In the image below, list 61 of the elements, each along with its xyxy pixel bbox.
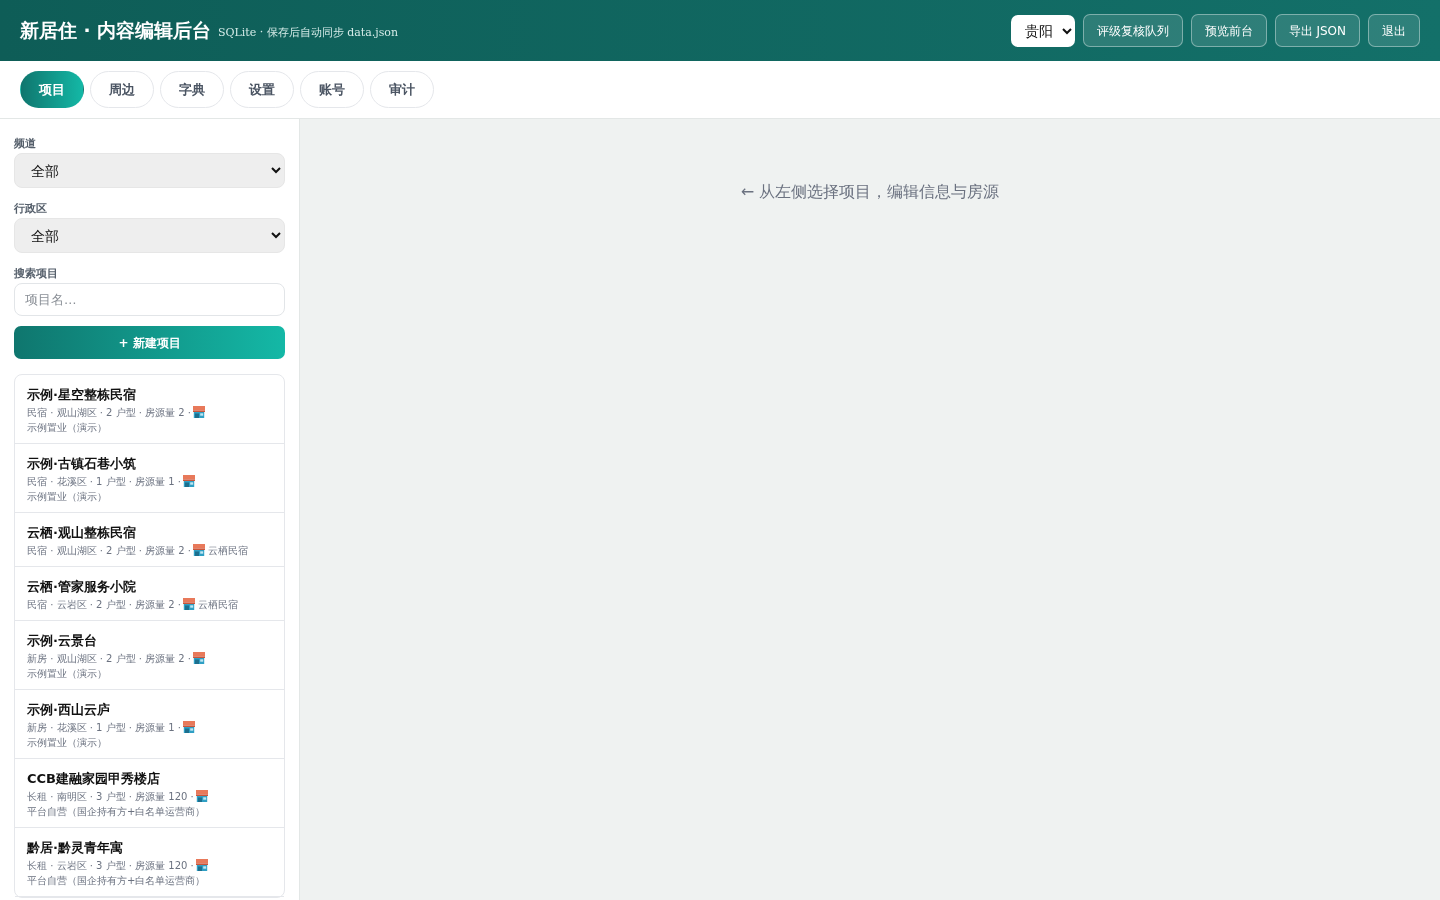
header-button[interactable]: 退出: [1368, 14, 1420, 47]
project-name: 示例·星空整栋民宿: [27, 386, 137, 404]
project-name: 黔居·黔灵青年寓: [27, 839, 124, 857]
project-owner: 示例置业（演示）: [27, 668, 107, 679]
project-owner: 平台自营（国企持有方+白名单运营商）: [27, 875, 206, 886]
store-icon: [183, 475, 196, 487]
filter-label: 频道: [14, 136, 37, 151]
project-item[interactable]: 云栖·观山整栋民宿 民宿 · 观山湖区 · 2 户型 · 房源量 2 · 云栖民宿: [15, 513, 284, 567]
store-icon: [195, 859, 208, 871]
header-button[interactable]: 导出 JSON: [1274, 14, 1360, 47]
project-meta: 民宿 · 观山湖区 · 2 户型 · 房源量 2 ·: [27, 407, 192, 418]
header-button[interactable]: 评级复核队列: [1082, 14, 1183, 47]
app-title: 新居住 · 内容编辑后台: [20, 18, 211, 43]
nav-tab[interactable]: 项目: [20, 71, 84, 108]
project-name: 示例·西山云庐: [27, 701, 111, 719]
project-item[interactable]: CCB建融家园甲秀楼店 长租 · 南明区 · 3 户型 · 房源量 120 · 平台自营（国企持有方+白名单运营商）: [15, 759, 284, 828]
project-meta: 民宿 · 花溪区 · 1 户型 · 房源量 1 ·: [27, 476, 182, 487]
filter-select[interactable]: 全部: [14, 153, 285, 188]
project-name: CCB建融家园甲秀楼店: [27, 770, 161, 788]
project-owner: 云栖民宿: [198, 599, 239, 610]
project-item[interactable]: 示例·星空整栋民宿 民宿 · 观山湖区 · 2 户型 · 房源量 2 · 示例置业（演示）: [15, 375, 284, 444]
nav-tab[interactable]: 设置: [230, 71, 294, 108]
project-owner: 示例置业（演示）: [27, 737, 107, 748]
project-name: 云栖·观山整栋民宿: [27, 524, 137, 542]
project-owner: 云栖民宿: [208, 545, 249, 556]
project-item[interactable]: 示例·西山云庐 新房 · 花溪区 · 1 户型 · 房源量 1 · 示例置业（演示）: [15, 690, 284, 759]
search-field[interactable]: 项目名…: [14, 283, 285, 316]
project-meta: 长租 · 南明区 · 3 户型 · 房源量 120 ·: [27, 791, 194, 802]
project-name: 示例·古镇石巷小筑: [27, 455, 137, 473]
store-icon: [193, 406, 206, 418]
project-name: 云栖·管家服务小院: [27, 578, 137, 596]
project-meta: 新房 · 观山湖区 · 2 户型 · 房源量 2 ·: [27, 653, 192, 664]
nav-tab[interactable]: 周边: [90, 71, 154, 108]
new-project-button[interactable]: + 新建项目: [14, 326, 285, 359]
project-item[interactable]: 示例·古镇石巷小筑 民宿 · 花溪区 · 1 户型 · 房源量 1 · 示例置业（演示）: [15, 444, 284, 513]
project-item[interactable]: 黔居·黔灵青年寓 长租 · 云岩区 · 3 户型 · 房源量 120 · 平台自营（国企持有方+白名单运营商）: [15, 828, 284, 897]
project-item[interactable]: 云栖·管家服务小院 民宿 · 云岩区 · 2 户型 · 房源量 2 · 云栖民宿: [15, 567, 284, 621]
city-select[interactable]: 贵阳: [1010, 14, 1075, 47]
nav-tab[interactable]: 审计: [370, 71, 434, 108]
project-owner: 示例置业（演示）: [27, 491, 107, 502]
app-subtitle: SQLite · 保存后自动同步 data.json: [217, 24, 399, 41]
header-button[interactable]: 预览前台: [1190, 14, 1267, 47]
filter-label: 行政区: [14, 201, 48, 216]
store-icon: [183, 721, 196, 733]
project-meta: 新房 · 花溪区 · 1 户型 · 房源量 1 ·: [27, 722, 182, 733]
nav-tab[interactable]: 字典: [160, 71, 224, 108]
filter-select[interactable]: 全部: [14, 218, 285, 253]
store-icon: [183, 598, 196, 610]
project-meta: 民宿 · 云岩区 · 2 户型 · 房源量 2 ·: [27, 599, 182, 610]
project-name: 示例·云景台: [27, 632, 98, 650]
store-icon: [193, 652, 206, 664]
empty-state-hint: ← 从左侧选择项目，编辑信息与房源: [740, 181, 1000, 203]
search-label: 搜索项目: [14, 266, 59, 281]
store-icon: [195, 790, 208, 802]
store-icon: [193, 544, 206, 556]
project-meta: 长租 · 云岩区 · 3 户型 · 房源量 120 ·: [27, 860, 194, 871]
project-owner: 示例置业（演示）: [27, 422, 107, 433]
project-owner: 平台自营（国企持有方+白名单运营商）: [27, 806, 206, 817]
nav-tab[interactable]: 账号: [300, 71, 364, 108]
project-item[interactable]: 示例·云景台 新房 · 观山湖区 · 2 户型 · 房源量 2 · 示例置业（演示）: [15, 621, 284, 690]
project-meta: 民宿 · 观山湖区 · 2 户型 · 房源量 2 ·: [27, 545, 192, 556]
